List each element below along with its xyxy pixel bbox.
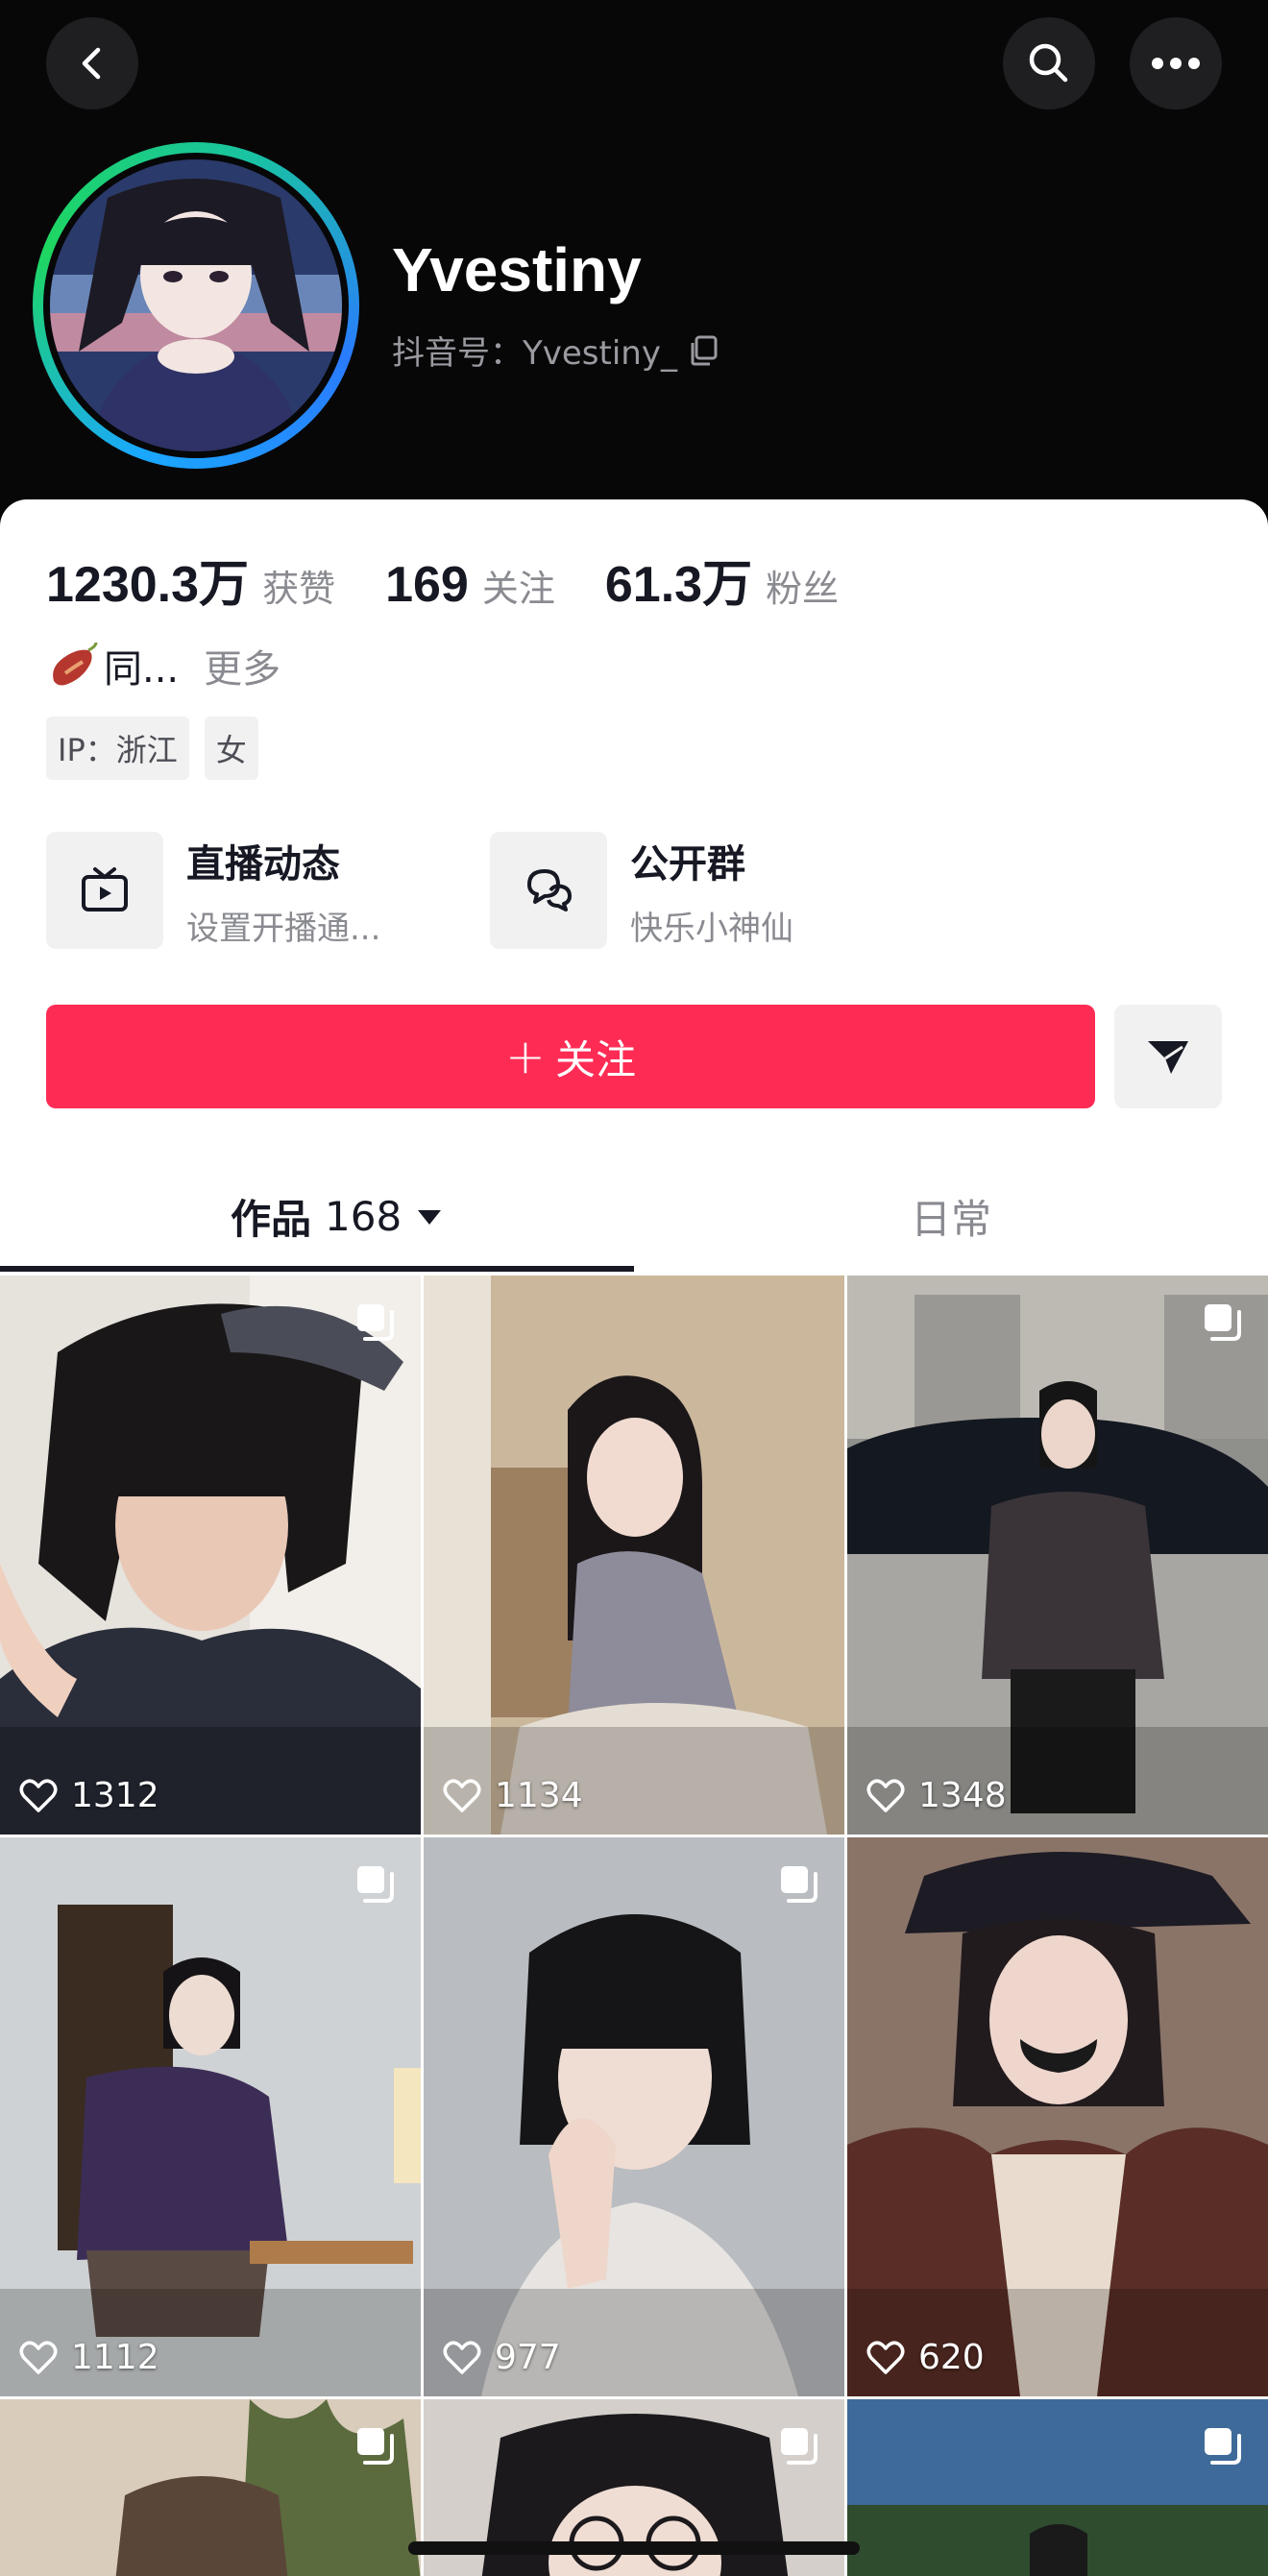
video-tile[interactable]: 1348 xyxy=(847,1276,1268,1835)
bio-text: 同... xyxy=(104,647,180,692)
public-group-subtitle: 快乐小神仙 xyxy=(630,909,793,948)
like-count-value: 977 xyxy=(495,2338,561,2377)
heart-icon xyxy=(19,2340,58,2374)
tab-daily[interactable]: 日常 xyxy=(911,1187,991,1246)
heart-icon xyxy=(866,1778,905,1812)
like-count: 1312 xyxy=(19,1776,159,1815)
video-tile[interactable] xyxy=(0,2399,421,2576)
video-tile[interactable] xyxy=(847,2399,1268,2576)
tab-indicator xyxy=(0,1266,634,1272)
like-count: 1112 xyxy=(19,2338,159,2377)
back-button[interactable] xyxy=(46,17,138,109)
chat-bubbles-icon xyxy=(490,832,607,949)
like-count: 620 xyxy=(866,2338,985,2377)
like-count: 977 xyxy=(443,2338,561,2377)
tag-ip-location: IP：浙江 xyxy=(46,717,189,780)
video-tile[interactable]: 1112 xyxy=(0,1837,421,2396)
follow-button[interactable]: + 关注 xyxy=(46,1005,1095,1108)
multi-image-icon xyxy=(1205,1304,1241,1341)
tab-works-count: 168 xyxy=(325,1193,402,1240)
send-icon xyxy=(1148,1041,1188,1074)
search-button[interactable] xyxy=(1003,17,1095,109)
video-thumbnail xyxy=(424,1837,844,2396)
stat-following[interactable]: 169 关注 xyxy=(385,556,555,614)
nickname: Yvestiny xyxy=(392,235,642,304)
search-icon xyxy=(1029,43,1068,83)
video-thumbnail xyxy=(0,1276,421,1835)
video-thumbnail xyxy=(847,1276,1268,1835)
profile-header: Yvestiny 抖音号：Yvestiny_ xyxy=(0,0,1268,538)
video-tile[interactable]: 1312 xyxy=(0,1276,421,1835)
copy-icon[interactable] xyxy=(687,333,721,368)
like-count-value: 1112 xyxy=(71,2338,159,2377)
multi-image-icon xyxy=(781,2428,817,2465)
stat-followers[interactable]: 61.3万 粉丝 xyxy=(605,544,839,616)
bio-more-link[interactable]: 更多 xyxy=(204,638,280,693)
heart-icon xyxy=(443,1778,481,1812)
live-updates-entry[interactable]: 直播动态 设置开播通... xyxy=(46,832,380,949)
like-count: 1134 xyxy=(443,1776,583,1815)
like-count-value: 1134 xyxy=(495,1776,583,1815)
tab-works-label: 作品 xyxy=(231,1196,312,1243)
tag-gender: 女 xyxy=(204,717,258,780)
avatar-image xyxy=(50,159,342,451)
home-indicator[interactable] xyxy=(408,2541,860,2555)
bio[interactable]: 同... 更多 xyxy=(46,638,280,693)
video-tile[interactable]: 977 xyxy=(424,1837,844,2396)
follow-button-label: 关注 xyxy=(554,1035,636,1083)
public-group-entry[interactable]: 公开群 快乐小神仙 xyxy=(490,832,793,949)
stat-followers-label: 粉丝 xyxy=(766,568,840,610)
like-count-value: 1348 xyxy=(918,1776,1007,1815)
multi-image-icon xyxy=(781,1866,817,1903)
video-tile[interactable]: 620 xyxy=(847,1837,1268,2396)
stat-likes-value: 1230.3万 xyxy=(46,557,250,613)
public-group-title: 公开群 xyxy=(630,841,745,887)
multi-image-icon xyxy=(357,1866,394,1903)
more-dots-icon xyxy=(1152,58,1200,69)
tab-daily-label: 日常 xyxy=(911,1196,992,1243)
share-button[interactable] xyxy=(1114,1005,1222,1108)
stat-following-label: 关注 xyxy=(481,568,555,610)
video-thumbnail xyxy=(424,1276,844,1835)
douyin-id-text: 抖音号：Yvestiny_ xyxy=(392,334,677,373)
chevron-left-icon xyxy=(82,47,101,80)
video-thumbnail xyxy=(0,1837,421,2396)
more-button[interactable] xyxy=(1130,17,1222,109)
video-tile[interactable]: 1134 xyxy=(424,1276,844,1835)
heart-icon xyxy=(19,1778,58,1812)
caret-down-icon[interactable] xyxy=(415,1206,444,1227)
heart-icon xyxy=(866,2340,905,2374)
stat-following-value: 169 xyxy=(385,557,469,613)
avatar[interactable] xyxy=(33,142,359,469)
like-count: 1348 xyxy=(866,1776,1007,1815)
sweet-potato-emoji-icon xyxy=(53,642,98,686)
profile-stats: 1230.3万 获赞 169 关注 61.3万 粉丝 xyxy=(46,544,889,616)
tv-icon xyxy=(46,832,163,949)
profile-tabs: 作品 168 日常 xyxy=(0,1162,1268,1276)
stat-likes-label: 获赞 xyxy=(262,568,336,610)
plus-icon: + xyxy=(505,1029,546,1084)
multi-image-icon xyxy=(1205,2428,1241,2465)
like-count-value: 620 xyxy=(918,2338,985,2377)
stat-followers-value: 61.3万 xyxy=(604,557,753,613)
video-thumbnail xyxy=(847,1837,1268,2396)
stat-likes[interactable]: 1230.3万 获赞 xyxy=(46,544,335,616)
tab-works[interactable]: 作品 168 xyxy=(231,1187,444,1246)
multi-image-icon xyxy=(357,1304,394,1341)
live-updates-subtitle: 设置开播通... xyxy=(186,909,381,948)
profile-tags: IP：浙江 女 xyxy=(46,717,258,780)
douyin-id[interactable]: 抖音号：Yvestiny_ xyxy=(392,327,721,374)
multi-image-icon xyxy=(357,2428,394,2465)
live-updates-title: 直播动态 xyxy=(186,841,340,887)
heart-icon xyxy=(443,2340,481,2374)
like-count-value: 1312 xyxy=(71,1776,159,1815)
